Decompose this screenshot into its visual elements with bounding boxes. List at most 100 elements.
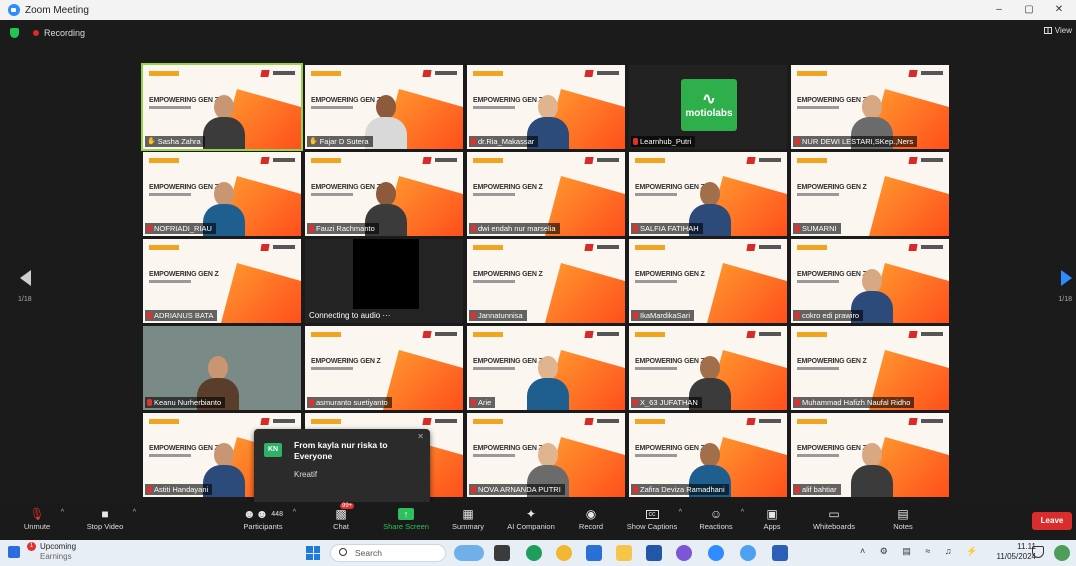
participant-tile[interactable]: EMPOWERING GEN Z NOVA ARNANDA PUTRI <box>467 413 625 497</box>
file-explorer-icon[interactable] <box>616 545 632 561</box>
participant-nameplate: Zafira Deviza Ramadhani <box>631 484 729 495</box>
participant-nameplate: Learnhub_Putri <box>631 136 696 147</box>
edge-browser-icon[interactable] <box>526 545 542 561</box>
close-popup-icon[interactable]: ✕ <box>417 432 424 441</box>
upcoming-widget[interactable]: Upcoming Earnings <box>40 542 76 562</box>
next-page-arrow-icon[interactable] <box>1061 270 1072 286</box>
share-screen-button[interactable]: ↑ Share Screen <box>380 506 432 531</box>
participant-tile[interactable]: EMPOWERING GEN Z Arie <box>467 326 625 410</box>
reactions-button[interactable]: ☺ Reactions ^ <box>696 506 744 531</box>
task-view-icon[interactable] <box>494 545 510 561</box>
chevron-up-icon[interactable]: ^ <box>679 509 682 516</box>
store-icon[interactable] <box>586 545 602 561</box>
participant-tile[interactable]: EMPOWERING GEN Zcokro edi prawiro <box>791 239 949 323</box>
clock-date: 11/05/2024 <box>996 552 1036 561</box>
mic-muted-icon <box>147 399 152 406</box>
chat-notification-popup[interactable]: KN From kayla nur riska to Everyone Krea… <box>254 429 430 515</box>
sponsor-logo-icon <box>908 157 918 164</box>
windows-start-icon[interactable] <box>306 546 320 560</box>
apps-button[interactable]: ▣ Apps <box>760 506 784 531</box>
notification-bell-icon[interactable] <box>1032 546 1044 558</box>
participant-tile[interactable]: EMPOWERING GEN Z IkaMardikaSari <box>629 239 787 323</box>
participants-button[interactable]: ☻☻ 448 Participants ^ <box>238 506 296 531</box>
participant-nameplate: IkaMardikaSari <box>631 310 695 321</box>
participant-tile[interactable]: EMPOWERING GEN Z NUR DEWI LESTARI,SKep.,N… <box>791 65 949 149</box>
view-button[interactable]: View <box>1043 26 1072 35</box>
participant-tile[interactable]: Connecting to audio ··· <box>305 239 463 323</box>
ai-companion-button[interactable]: ✦ AI Companion <box>502 506 560 531</box>
maximize-button[interactable]: ▢ <box>1014 0 1044 20</box>
participant-tile[interactable]: EMPOWERING GEN Z ✋ Sasha Zahra <box>141 63 303 151</box>
learnhub-logo-icon <box>435 419 457 423</box>
chrome-browser-icon[interactable] <box>556 545 572 561</box>
slide-subtitle-bar <box>311 106 353 109</box>
upcoming-sub: Earnings <box>40 552 72 561</box>
slide-orange-shape <box>221 263 301 323</box>
participant-tile[interactable]: EMPOWERING GEN Z Zafira Deviza Ramadhani <box>629 413 787 497</box>
system-tray-icons[interactable]: ˄ ⚙ ▤ ≈ ♫ ⚡ <box>860 546 983 557</box>
notes-button[interactable]: ▤ Notes <box>888 506 918 531</box>
participant-tile[interactable]: EMPOWERING GEN Z ✋ Fajar D Sutera <box>305 65 463 149</box>
previous-page-arrow-icon[interactable] <box>20 270 31 286</box>
weather-widget-icon[interactable] <box>454 545 484 561</box>
security-shield-icon[interactable] <box>10 28 19 38</box>
chat-button[interactable]: ▩ 99+ Chat <box>328 503 355 531</box>
slide-subtitle-bar <box>635 454 677 457</box>
zoom-taskbar-icon[interactable] <box>708 545 724 561</box>
show-captions-button[interactable]: cc Show Captions ^ <box>624 506 682 531</box>
record-button[interactable]: ◉ Record <box>576 506 606 531</box>
slide-subtitle-bar <box>635 280 677 283</box>
participant-tile[interactable]: EMPOWERING GEN Z ADRIANUS BATA <box>143 239 301 323</box>
clock[interactable]: 11.11 11/05/2024 <box>997 542 1036 562</box>
participant-tile[interactable]: EMPOWERING GEN Zalif bahtiar <box>791 413 949 497</box>
participant-tile[interactable]: EMPOWERING GEN Z SALFIA FATIHAH <box>629 152 787 236</box>
leave-button[interactable]: Leave <box>1032 512 1072 530</box>
participants-label: Participants <box>243 522 283 531</box>
chevron-up-icon[interactable]: ^ <box>61 509 64 516</box>
participant-tile[interactable]: EMPOWERING GEN Z dwi endah nur marselia <box>467 152 625 236</box>
minimize-button[interactable]: – <box>984 0 1014 20</box>
summary-button[interactable]: ▦ Summary <box>448 506 488 531</box>
stop-video-button[interactable]: ■ Stop Video ^ <box>82 506 136 531</box>
participant-tile[interactable]: EMPOWERING GEN Z X_63 JUFATHAN <box>629 326 787 410</box>
calendar-icon[interactable] <box>8 546 20 558</box>
participant-head <box>700 443 720 467</box>
sponsor-logo-icon <box>422 418 432 425</box>
clock-time: 11.11 <box>1017 542 1036 551</box>
participant-tile[interactable]: EMPOWERING GEN Z Fauzi Rachmanto <box>305 152 463 236</box>
word-icon[interactable] <box>772 545 788 561</box>
recording-label[interactable]: Recording <box>44 28 85 38</box>
participant-name: ADRIANUS BATA <box>154 311 214 320</box>
participant-nameplate: alif bahtiar <box>793 484 841 495</box>
participant-tile[interactable]: EMPOWERING GEN Zdr.Ria_Makassar <box>467 65 625 149</box>
slide-subtitle-bar <box>311 193 353 196</box>
sponsor-logo-icon <box>908 331 918 338</box>
participant-tile[interactable]: ∿ motiolabs Learnhub_Putri <box>629 65 787 149</box>
participant-nameplate: dwi endah nur marselia <box>469 223 560 234</box>
slide-tag <box>635 419 665 424</box>
app-icon[interactable] <box>676 545 692 561</box>
participant-tile[interactable]: EMPOWERING GEN Z Muhammad Hafizh Naufal R… <box>791 326 949 410</box>
chevron-up-icon[interactable]: ^ <box>293 509 296 516</box>
chevron-up-icon[interactable]: ^ <box>133 509 136 516</box>
sponsor-logo-icon <box>584 244 594 251</box>
taskbar-search[interactable]: Search <box>330 544 446 562</box>
sponsor-logo-icon <box>746 157 756 164</box>
app-icon[interactable] <box>740 545 756 561</box>
participant-tile[interactable]: EMPOWERING GEN Z Jannatunnisa <box>467 239 625 323</box>
copilot-icon[interactable] <box>1054 545 1070 561</box>
learnhub-logo-icon <box>921 158 943 162</box>
whiteboards-button[interactable]: ▭ Whiteboards <box>808 506 860 531</box>
mail-icon[interactable] <box>646 545 662 561</box>
participant-tile[interactable]: EMPOWERING GEN Z asmuranto suetiyanto <box>305 326 463 410</box>
meeting-status: Recording <box>10 25 85 41</box>
learnhub-logo-icon <box>435 332 457 336</box>
mic-muted-icon <box>309 399 314 406</box>
chevron-up-icon[interactable]: ^ <box>741 509 744 516</box>
participant-tile[interactable]: Keanu Nurherbianto <box>143 326 301 410</box>
participant-tile[interactable]: EMPOWERING GEN Z NOFRIADI_RIAU <box>143 152 301 236</box>
participant-head <box>538 443 558 467</box>
participant-tile[interactable]: EMPOWERING GEN Z SUMARNI <box>791 152 949 236</box>
unmute-button[interactable]: 🎙 Unmute ^ <box>18 506 64 531</box>
close-button[interactable]: ✕ <box>1044 0 1074 20</box>
